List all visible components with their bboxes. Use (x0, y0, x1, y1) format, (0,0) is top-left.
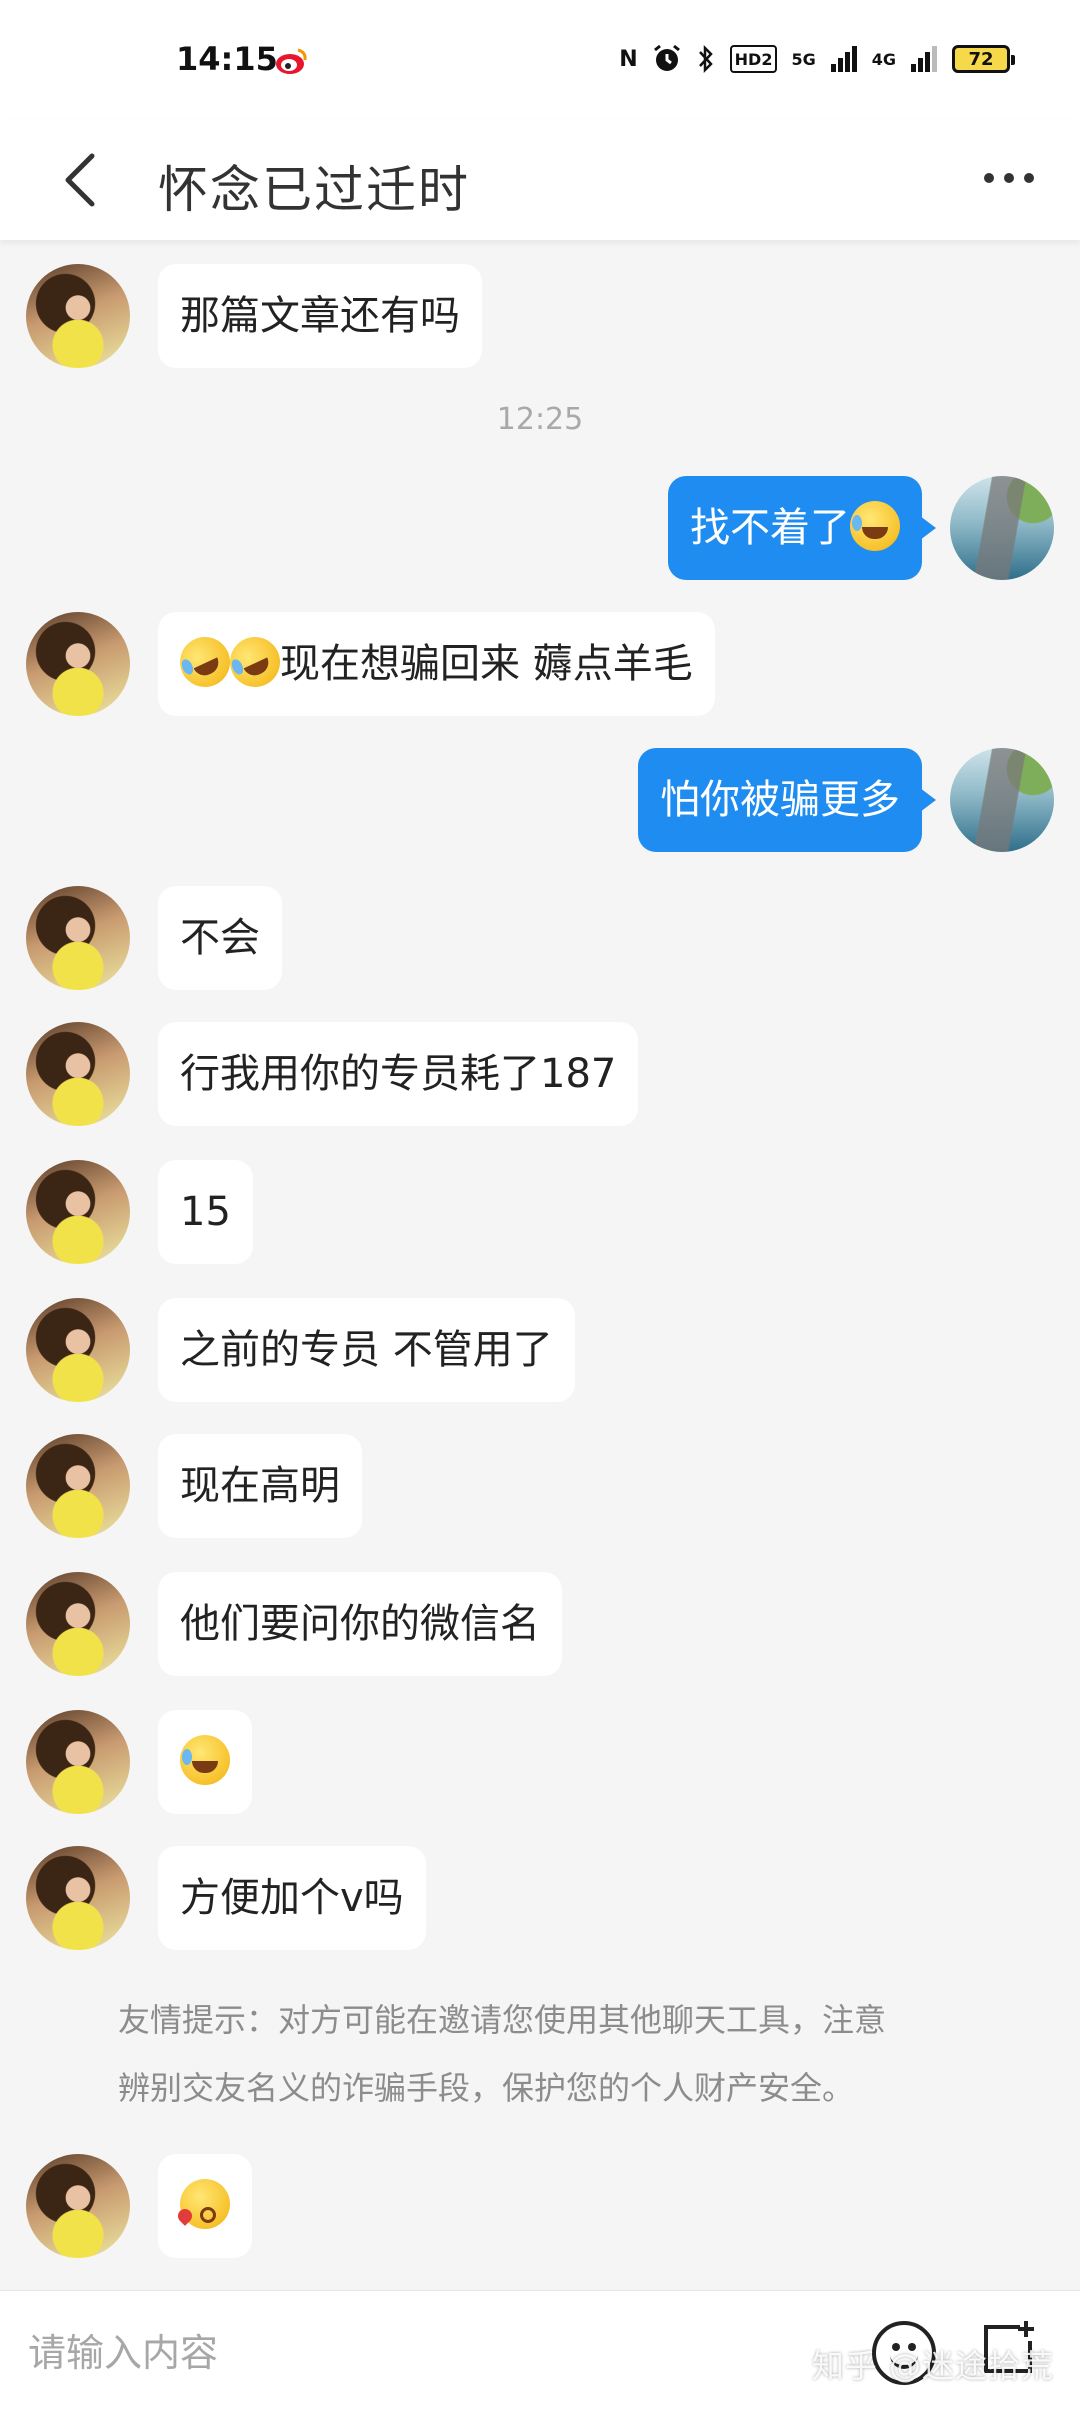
status-bar: 14:15 N HD2 5G 4G 72 (0, 0, 1080, 120)
message-bubble-incoming[interactable]: 现在高明 (158, 1434, 362, 1538)
signal-5g-label: 5G (791, 49, 816, 69)
message-text: 现在高明 (180, 1463, 340, 1509)
dot (1004, 173, 1014, 183)
dot (1024, 173, 1034, 183)
message-input[interactable] (26, 2315, 830, 2391)
hd-icon: HD2 (729, 45, 778, 73)
message-text: 行我用你的专员耗了187 (180, 1051, 617, 1097)
safety-notice: 友情提示：对方可能在邀请您使用其他聊天工具，注意 辨别交友名义的诈骗手段，保护您… (118, 1986, 978, 2122)
alarm-icon (653, 44, 680, 71)
contact-avatar[interactable] (26, 264, 130, 368)
chat-message-list[interactable]: 那篇文章还有吗 12:25 找不着了 现在想骗回来 薅点羊毛 怕你被骗更多 不会… (0, 240, 1080, 2320)
message-bubble-incoming[interactable]: 那篇文章还有吗 (158, 264, 482, 368)
message-text: 找不着了 (690, 505, 850, 551)
signal-bars-icon (911, 46, 937, 72)
more-options-button[interactable] (974, 158, 1044, 198)
message-text: 之前的专员 不管用了 (180, 1327, 553, 1373)
message-bubble-incoming[interactable] (158, 2154, 252, 2258)
message-text: 不会 (180, 915, 260, 961)
message-text: 方便加个v吗 (180, 1875, 404, 1921)
contact-avatar[interactable] (26, 1710, 130, 1814)
contact-avatar[interactable] (26, 2154, 130, 2258)
message-bubble-outgoing[interactable]: 怕你被骗更多 (638, 748, 936, 852)
chevron-left-icon (65, 153, 95, 207)
input-bar: 知乎 @迷途拾荒 (0, 2290, 1080, 2413)
back-button[interactable] (50, 144, 110, 216)
message-text: 他们要问你的微信名 (180, 1601, 540, 1647)
rolling-laughing-emoji-icon (171, 628, 239, 696)
weibo-icon (276, 48, 307, 74)
message-bubble-incoming[interactable]: 现在想骗回来 薅点羊毛 (158, 612, 715, 716)
message-bubble-incoming[interactable]: 方便加个v吗 (158, 1846, 426, 1950)
message-bubble-outgoing[interactable]: 找不着了 (668, 476, 936, 580)
contact-avatar[interactable] (26, 1572, 130, 1676)
message-bubble-incoming[interactable] (158, 1710, 252, 1814)
watermark-text: 知乎 @迷途拾荒 (811, 2347, 1054, 2385)
dot (984, 173, 994, 183)
status-time: 14:15 (176, 40, 278, 78)
contact-avatar[interactable] (26, 1434, 130, 1538)
page-title: 怀念已过迁时 (158, 161, 470, 219)
my-avatar[interactable] (950, 748, 1054, 852)
safety-notice-line: 友情提示：对方可能在邀请您使用其他聊天工具，注意 (118, 2001, 887, 2039)
battery-icon: 72 (952, 45, 1015, 73)
message-text: 15 (180, 1189, 231, 1235)
contact-avatar[interactable] (26, 1846, 130, 1950)
laughing-crying-emoji-icon (180, 1735, 230, 1785)
message-bubble-incoming[interactable]: 之前的专员 不管用了 (158, 1298, 575, 1402)
contact-avatar[interactable] (26, 886, 130, 990)
signal-bars-icon (830, 46, 857, 72)
message-bubble-incoming[interactable]: 不会 (158, 886, 282, 990)
signal-4g-label: 4G (871, 49, 896, 69)
contact-avatar[interactable] (26, 1298, 130, 1402)
contact-avatar[interactable] (26, 612, 130, 716)
my-avatar[interactable] (950, 476, 1054, 580)
message-bubble-incoming[interactable]: 行我用你的专员耗了187 (158, 1022, 639, 1126)
status-icons: N HD2 5G 4G 72 (619, 44, 1015, 74)
message-text: 怕你被骗更多 (660, 777, 900, 823)
chat-header: 怀念已过迁时 (0, 120, 1080, 240)
message-timestamp: 12:25 (496, 402, 584, 437)
contact-avatar[interactable] (26, 1160, 130, 1264)
kissing-emoji-icon (180, 2179, 230, 2229)
safety-notice-line: 辨别交友名义的诈骗手段，保护您的个人财产安全。 (118, 2069, 855, 2107)
message-bubble-incoming[interactable]: 15 (158, 1160, 253, 1264)
message-text: 现在想骗回来 薅点羊毛 (280, 641, 693, 687)
message-bubble-incoming[interactable]: 他们要问你的微信名 (158, 1572, 562, 1676)
nfc-icon: N (619, 46, 638, 72)
bluetooth-icon (698, 44, 713, 74)
contact-avatar[interactable] (26, 1022, 130, 1126)
message-text: 那篇文章还有吗 (180, 293, 460, 339)
laughing-crying-emoji-icon (850, 501, 900, 551)
rolling-laughing-emoji-icon (221, 628, 289, 696)
